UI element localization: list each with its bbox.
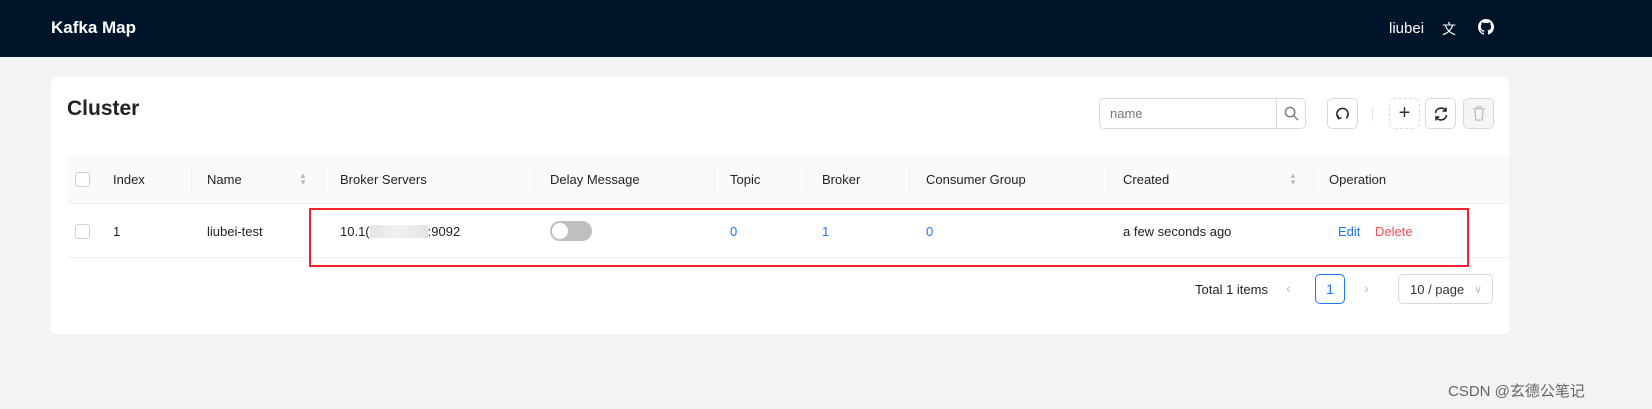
add-cluster-button[interactable]: + — [1389, 98, 1420, 129]
column-divider — [323, 169, 324, 191]
column-operation: Operation — [1329, 171, 1387, 187]
column-topic: Topic — [730, 171, 761, 187]
watermark: CSDN @玄德公笔记 — [1448, 383, 1585, 400]
trash-icon — [1472, 106, 1485, 121]
row-index: 1 — [113, 223, 121, 239]
page-size-value: 10 / page — [1410, 281, 1465, 297]
page-size-select[interactable]: 10 / page ∨ — [1398, 274, 1493, 304]
delete-selected-button[interactable] — [1463, 98, 1494, 129]
sort-icon[interactable]: ▲ ▼ — [1289, 172, 1297, 187]
column-delay-message: Delay Message — [550, 171, 640, 187]
user-name[interactable]: liubei — [1389, 20, 1424, 37]
reload-icon — [1336, 107, 1349, 120]
divider — [1372, 107, 1373, 121]
column-divider — [806, 169, 807, 191]
top-navbar: Kafka Map liubei 文 — [0, 0, 1652, 57]
plus-icon: + — [1398, 102, 1411, 124]
row-checkbox[interactable] — [75, 205, 90, 257]
page-1-button[interactable]: 1 — [1315, 274, 1345, 304]
github-icon[interactable] — [1477, 19, 1495, 37]
column-created[interactable]: Created — [1123, 155, 1169, 203]
row-name: liubei-test — [207, 223, 263, 239]
column-broker-servers: Broker Servers — [340, 171, 427, 187]
prev-page-button[interactable]: ‹ — [1286, 280, 1291, 296]
sort-icon[interactable]: ▲ ▼ — [299, 172, 307, 187]
next-page-button[interactable]: › — [1364, 280, 1369, 296]
translate-icon[interactable]: 文 — [1440, 19, 1458, 37]
cluster-card: Cluster + Index Name ▲▼ Broker Servers D… — [51, 77, 1509, 334]
column-divider — [909, 169, 910, 191]
select-all-checkbox[interactable] — [75, 155, 90, 203]
column-index: Index — [113, 171, 145, 187]
sync-icon — [1434, 106, 1447, 121]
column-divider — [534, 169, 535, 191]
search-button[interactable] — [1276, 99, 1305, 128]
reset-button[interactable] — [1327, 98, 1358, 129]
column-consumer-group: Consumer Group — [926, 171, 1026, 187]
pagination-total: Total 1 items — [1195, 282, 1268, 297]
refresh-button[interactable] — [1425, 98, 1456, 129]
highlight-annotation — [309, 208, 1469, 267]
column-divider — [1108, 169, 1109, 191]
page-title: Cluster — [67, 97, 140, 120]
column-broker: Broker — [822, 171, 861, 187]
search-icon — [1284, 106, 1299, 121]
column-divider — [1313, 169, 1314, 191]
column-divider — [191, 169, 192, 191]
column-name[interactable]: Name — [207, 155, 242, 203]
search-box — [1099, 98, 1306, 129]
app-logo[interactable]: Kafka Map — [51, 18, 136, 38]
column-divider — [714, 169, 715, 191]
search-input[interactable] — [1100, 99, 1276, 128]
table-header: Index Name ▲ ▼ Broker Servers Delay Messa… — [67, 155, 1509, 204]
chevron-down-icon: ∨ — [1473, 283, 1482, 296]
